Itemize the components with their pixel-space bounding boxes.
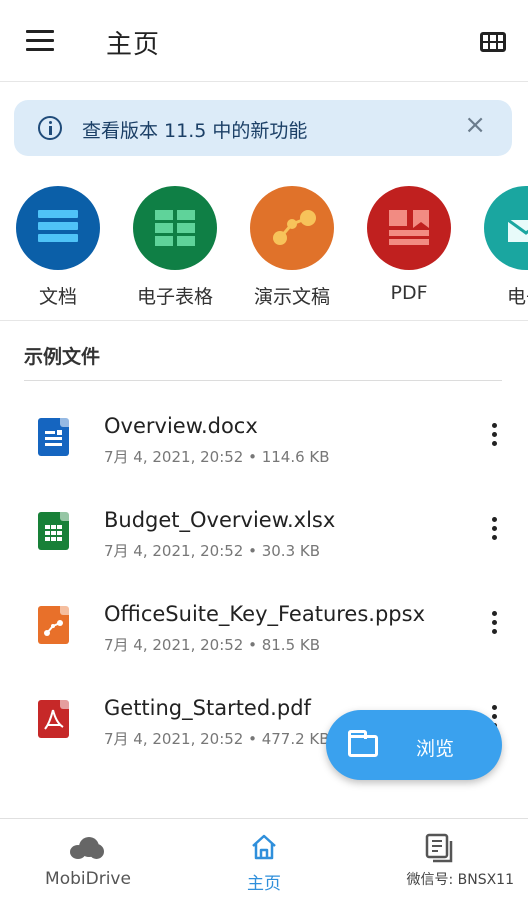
file-name: Budget_Overview.xlsx xyxy=(104,508,336,532)
file-name: OfficeSuite_Key_Features.ppsx xyxy=(104,602,425,626)
app-email[interactable]: 电子 xyxy=(468,186,528,309)
top-app-bar: 主页 xyxy=(0,0,528,82)
file-row[interactable]: Overview.docx 7月 4, 2021, 20:52 • 114.6 … xyxy=(0,400,528,490)
docx-file-icon xyxy=(38,418,69,456)
app-label: PDF xyxy=(390,282,428,304)
file-meta: 7月 4, 2021, 20:52 • 477.2 KB xyxy=(104,730,330,748)
pdf-file-icon xyxy=(38,700,69,738)
app-label: 电子 xyxy=(506,286,528,308)
bottom-navigation: MobiDrive 主页 微信号: BNSX11 xyxy=(0,818,528,901)
document-icon xyxy=(16,186,100,270)
app-pdf[interactable]: PDF xyxy=(351,186,467,304)
divider xyxy=(24,380,502,381)
more-options-icon[interactable] xyxy=(484,608,504,644)
file-meta: 7月 4, 2021, 20:52 • 30.3 KB xyxy=(104,542,321,560)
app-presentations[interactable]: 演示文稿 xyxy=(234,186,350,309)
tab-mobidrive[interactable]: MobiDrive xyxy=(0,819,176,901)
banner-text: 查看版本 11.5 中的新功能 xyxy=(82,120,308,142)
close-icon[interactable]: × xyxy=(464,112,486,138)
spreadsheet-icon xyxy=(133,186,217,270)
tab-label: MobiDrive xyxy=(45,869,131,889)
email-icon xyxy=(484,186,528,270)
app-label: 电子表格 xyxy=(136,286,213,308)
app-spreadsheets[interactable]: 电子表格 xyxy=(117,186,233,309)
xlsx-file-icon xyxy=(38,512,69,550)
home-icon xyxy=(250,833,278,861)
file-row[interactable]: Budget_Overview.xlsx 7月 4, 2021, 20:52 •… xyxy=(0,494,528,584)
tab-home[interactable]: 主页 xyxy=(176,819,352,901)
ppsx-file-icon xyxy=(38,606,69,644)
file-meta: 7月 4, 2021, 20:52 • 81.5 KB xyxy=(104,636,321,654)
file-row[interactable]: OfficeSuite_Key_Features.ppsx 7月 4, 2021… xyxy=(0,588,528,678)
file-name: Getting_Started.pdf xyxy=(104,696,311,720)
tab-label: 主页 xyxy=(247,874,281,894)
more-options-icon[interactable] xyxy=(484,514,504,550)
watermark-text: 微信号: BNSX11 xyxy=(406,872,514,888)
app-label: 文档 xyxy=(38,286,77,308)
browse-button[interactable]: 浏览 xyxy=(326,710,502,780)
divider xyxy=(0,320,528,321)
info-icon xyxy=(38,116,62,140)
pdf-icon xyxy=(367,186,451,270)
more-options-icon[interactable] xyxy=(484,420,504,456)
file-meta: 7月 4, 2021, 20:52 • 114.6 KB xyxy=(104,448,330,466)
documents-icon xyxy=(424,833,454,863)
presentation-icon xyxy=(250,186,334,270)
app-documents[interactable]: 文档 xyxy=(0,186,116,309)
file-name: Overview.docx xyxy=(104,414,258,438)
app-shortcuts: 文档 电子表格 演示文稿 PDF 电 xyxy=(0,186,528,316)
browse-label: 浏览 xyxy=(416,738,455,760)
whats-new-banner[interactable]: 查看版本 11.5 中的新功能 × xyxy=(14,100,512,156)
menu-icon[interactable] xyxy=(26,30,54,52)
page-title: 主页 xyxy=(106,30,161,60)
section-title: 示例文件 xyxy=(24,346,101,368)
cloud-icon xyxy=(70,837,104,859)
folder-icon xyxy=(348,730,378,757)
app-label: 演示文稿 xyxy=(253,286,330,308)
grid-view-icon[interactable] xyxy=(480,32,506,52)
